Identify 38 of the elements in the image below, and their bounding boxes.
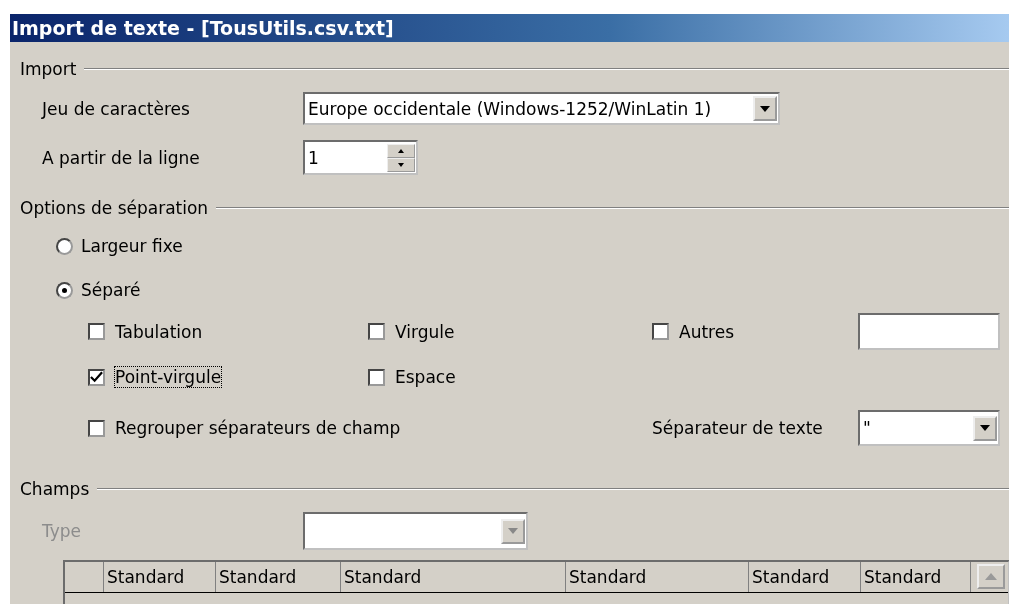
checkbox-label: Tabulation bbox=[115, 321, 203, 342]
other-separator-field[interactable] bbox=[858, 313, 1000, 350]
column-header[interactable]: Standard bbox=[749, 562, 861, 592]
column-header[interactable]: Standard bbox=[104, 562, 216, 592]
column-header[interactable]: Standard bbox=[216, 562, 341, 592]
checkbox[interactable] bbox=[88, 368, 105, 386]
charset-dropdown[interactable]: Europe occidentale (Windows-1252/WinLatin 1) bbox=[303, 92, 780, 125]
checkbox[interactable] bbox=[368, 323, 385, 340]
checkbox[interactable] bbox=[88, 323, 105, 340]
radio-option[interactable]: Largeur fixe bbox=[56, 231, 183, 261]
checkbox-label: Espace bbox=[395, 367, 456, 387]
checkbox[interactable] bbox=[88, 419, 105, 437]
checkbox[interactable] bbox=[368, 368, 385, 386]
field-label: Séparateur de texte bbox=[652, 418, 824, 438]
checkbox-label: Autres bbox=[679, 321, 734, 342]
group-title: Champs bbox=[20, 479, 90, 499]
type-dropdown[interactable] bbox=[303, 512, 528, 550]
field-label: Type bbox=[41, 521, 83, 541]
radio-button[interactable] bbox=[56, 237, 73, 255]
window-title: Import de texte - [TousUtils.csv.txt] bbox=[12, 17, 394, 39]
checkbox[interactable] bbox=[652, 323, 669, 340]
column-header[interactable]: Standard bbox=[861, 562, 971, 592]
checkbox-label: Regrouper séparateurs de champ bbox=[115, 418, 401, 438]
text-separator-dropdown[interactable]: " bbox=[858, 410, 1000, 446]
checkbox-label: Virgule bbox=[395, 321, 455, 342]
checkbox-label: Point-virgule bbox=[115, 367, 222, 387]
spin-up-icon[interactable] bbox=[387, 143, 415, 158]
field-label: Jeu de caractères bbox=[40, 98, 191, 119]
column-header[interactable]: Standard bbox=[566, 562, 749, 592]
radio-button[interactable] bbox=[56, 281, 73, 299]
column-header[interactable]: Standard bbox=[341, 562, 566, 592]
line-spinbox[interactable]: 1 bbox=[303, 140, 418, 175]
group-title: Import bbox=[20, 59, 77, 79]
option-label: Séparé bbox=[81, 280, 141, 300]
group-title: Options de séparation bbox=[20, 198, 209, 218]
option-label: Largeur fixe bbox=[81, 236, 183, 256]
radio-option[interactable]: Séparé bbox=[56, 275, 141, 305]
field-label: A partir de la ligne bbox=[41, 147, 201, 168]
